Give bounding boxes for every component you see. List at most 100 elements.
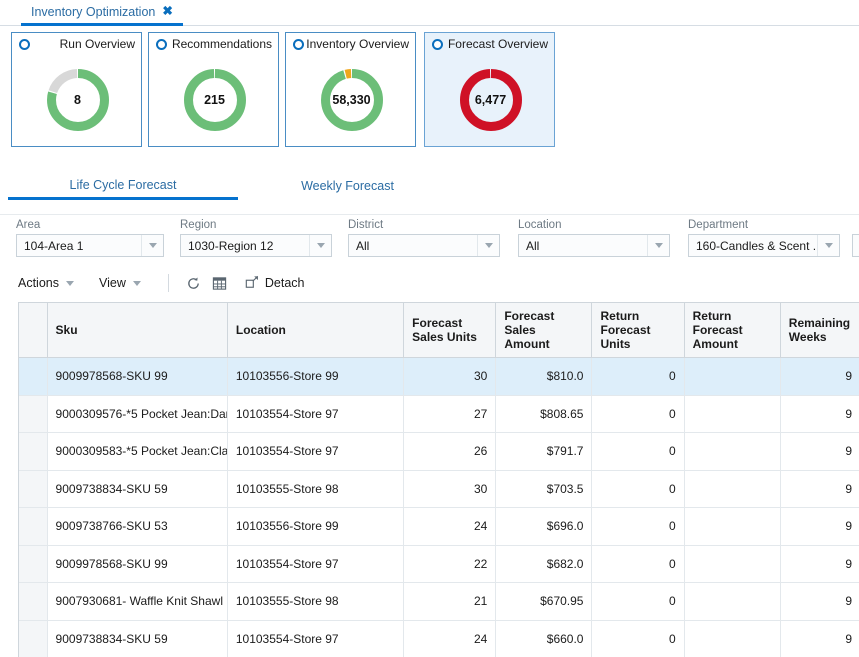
- cell-forecast_sales_units[interactable]: 24: [404, 508, 496, 546]
- cell-forecast_sales_amount[interactable]: $810.0: [496, 358, 592, 396]
- cell-remaining_weeks[interactable]: 9: [780, 508, 859, 546]
- actions-menu-button[interactable]: Actions: [18, 273, 83, 293]
- chevron-down-icon[interactable]: [141, 235, 163, 256]
- kpi-card-inventory-overview[interactable]: Inventory Overview58,330: [285, 32, 416, 147]
- row-selector-cell[interactable]: [19, 470, 47, 508]
- cell-forecast_sales_units[interactable]: 24: [404, 620, 496, 657]
- cell-forecast_sales_units[interactable]: 26: [404, 433, 496, 471]
- tab-inventory-optimization[interactable]: Inventory Optimization ✖: [21, 0, 183, 26]
- row-selector-cell[interactable]: [19, 395, 47, 433]
- cell-sku[interactable]: 9009738766-SKU 53: [47, 508, 227, 546]
- cell-sku[interactable]: 9009738834-SKU 59: [47, 470, 227, 508]
- cell-forecast_sales_amount[interactable]: $791.7: [496, 433, 592, 471]
- chevron-down-icon[interactable]: [647, 235, 669, 256]
- chevron-down-icon[interactable]: [817, 235, 839, 256]
- cell-return_forecast_amount[interactable]: [684, 620, 780, 657]
- cell-remaining_weeks[interactable]: 9: [780, 620, 859, 657]
- cell-return_forecast_units[interactable]: 0: [592, 545, 684, 583]
- filter-select-partial[interactable]: [852, 234, 859, 257]
- radio-button-icon[interactable]: [156, 39, 167, 50]
- row-selector-cell[interactable]: [19, 433, 47, 471]
- table-row[interactable]: 9009738766-SKU 5310103556-Store 9924$696…: [19, 508, 859, 546]
- cell-location[interactable]: 10103554-Store 97: [227, 620, 403, 657]
- row-selector-cell[interactable]: [19, 620, 47, 657]
- cell-location[interactable]: 10103556-Store 99: [227, 508, 403, 546]
- cell-location[interactable]: 10103554-Store 97: [227, 433, 403, 471]
- table-row[interactable]: 9007930681- Waffle Knit Shawl Collar1010…: [19, 583, 859, 621]
- kpi-card-forecast-overview[interactable]: Forecast Overview6,477: [424, 32, 555, 147]
- cell-remaining_weeks[interactable]: 9: [780, 545, 859, 583]
- filter-select-location[interactable]: All: [518, 234, 670, 257]
- cell-forecast_sales_units[interactable]: 22: [404, 545, 496, 583]
- view-menu-button[interactable]: View: [99, 273, 150, 293]
- subtab-weekly-forecast[interactable]: Weekly Forecast: [240, 172, 455, 200]
- chevron-down-icon[interactable]: [309, 235, 331, 256]
- table-row[interactable]: 9000309583-*5 Pocket Jean:Classic1010355…: [19, 433, 859, 471]
- cell-remaining_weeks[interactable]: 9: [780, 395, 859, 433]
- table-row[interactable]: 9009738834-SKU 5910103554-Store 9724$660…: [19, 620, 859, 657]
- cell-remaining_weeks[interactable]: 9: [780, 470, 859, 508]
- cell-sku[interactable]: 9007930681- Waffle Knit Shawl Collar: [47, 583, 227, 621]
- cell-return_forecast_units[interactable]: 0: [592, 583, 684, 621]
- column-header-return_forecast_amount[interactable]: Return Forecast Amount: [684, 303, 780, 358]
- column-header-sel[interactable]: [19, 303, 47, 358]
- kpi-card-recommendations[interactable]: Recommendations215: [148, 32, 279, 147]
- cell-sku[interactable]: 9000309576-*5 Pocket Jean:Dark Wash: [47, 395, 227, 433]
- table-row[interactable]: 9009978568-SKU 9910103554-Store 9722$682…: [19, 545, 859, 583]
- cell-forecast_sales_units[interactable]: 30: [404, 358, 496, 396]
- cell-return_forecast_units[interactable]: 0: [592, 508, 684, 546]
- column-header-forecast_sales_units[interactable]: Forecast Sales Units: [404, 303, 496, 358]
- cell-location[interactable]: 10103555-Store 98: [227, 583, 403, 621]
- cell-location[interactable]: 10103556-Store 99: [227, 358, 403, 396]
- cell-return_forecast_units[interactable]: 0: [592, 620, 684, 657]
- cell-return_forecast_amount[interactable]: [684, 358, 780, 396]
- cell-return_forecast_amount[interactable]: [684, 545, 780, 583]
- cell-return_forecast_amount[interactable]: [684, 395, 780, 433]
- table-row[interactable]: 9000309576-*5 Pocket Jean:Dark Wash10103…: [19, 395, 859, 433]
- refresh-icon[interactable]: [181, 272, 207, 294]
- row-selector-cell[interactable]: [19, 583, 47, 621]
- radio-button-icon[interactable]: [19, 39, 30, 50]
- close-icon[interactable]: ✖: [162, 5, 172, 18]
- cell-location[interactable]: 10103554-Store 97: [227, 545, 403, 583]
- cell-remaining_weeks[interactable]: 9: [780, 433, 859, 471]
- cell-return_forecast_amount[interactable]: [684, 433, 780, 471]
- row-selector-cell[interactable]: [19, 545, 47, 583]
- table-row[interactable]: 9009738834-SKU 5910103555-Store 9830$703…: [19, 470, 859, 508]
- filter-select-area[interactable]: 104-Area 1: [16, 234, 164, 257]
- forecast-table-container[interactable]: SkuLocationForecast Sales UnitsForecast …: [18, 302, 859, 657]
- subtab-life-cycle-forecast[interactable]: Life Cycle Forecast: [8, 172, 238, 200]
- cell-return_forecast_units[interactable]: 0: [592, 395, 684, 433]
- cell-remaining_weeks[interactable]: 9: [780, 358, 859, 396]
- cell-forecast_sales_amount[interactable]: $670.95: [496, 583, 592, 621]
- chevron-down-icon[interactable]: [477, 235, 499, 256]
- column-header-sku[interactable]: Sku: [47, 303, 227, 358]
- table-row[interactable]: 9009978568-SKU 9910103556-Store 9930$810…: [19, 358, 859, 396]
- row-selector-cell[interactable]: [19, 358, 47, 396]
- cell-forecast_sales_units[interactable]: 30: [404, 470, 496, 508]
- cell-sku[interactable]: 9009978568-SKU 99: [47, 358, 227, 396]
- column-header-location[interactable]: Location: [227, 303, 403, 358]
- radio-button-icon[interactable]: [432, 39, 443, 50]
- cell-forecast_sales_amount[interactable]: $808.65: [496, 395, 592, 433]
- cell-remaining_weeks[interactable]: 9: [780, 583, 859, 621]
- cell-return_forecast_amount[interactable]: [684, 508, 780, 546]
- filter-overflow-partial[interactable]: [852, 219, 859, 257]
- cell-return_forecast_units[interactable]: 0: [592, 358, 684, 396]
- cell-forecast_sales_amount[interactable]: $660.0: [496, 620, 592, 657]
- cell-return_forecast_units[interactable]: 0: [592, 433, 684, 471]
- cell-return_forecast_amount[interactable]: [684, 583, 780, 621]
- cell-return_forecast_amount[interactable]: [684, 470, 780, 508]
- cell-sku[interactable]: 9009978568-SKU 99: [47, 545, 227, 583]
- cell-forecast_sales_amount[interactable]: $682.0: [496, 545, 592, 583]
- column-header-return_forecast_units[interactable]: Return Forecast Units: [592, 303, 684, 358]
- cell-forecast_sales_amount[interactable]: $703.5: [496, 470, 592, 508]
- filter-select-department[interactable]: 160-Candles & Scent ...: [688, 234, 840, 257]
- cell-sku[interactable]: 9009738834-SKU 59: [47, 620, 227, 657]
- cell-location[interactable]: 10103555-Store 98: [227, 470, 403, 508]
- kpi-card-run-overview[interactable]: Run Overview8: [11, 32, 142, 147]
- column-header-remaining_weeks[interactable]: Remaining Weeks: [780, 303, 859, 358]
- cell-forecast_sales_units[interactable]: 27: [404, 395, 496, 433]
- detach-button[interactable]: Detach: [245, 275, 305, 292]
- cell-location[interactable]: 10103554-Store 97: [227, 395, 403, 433]
